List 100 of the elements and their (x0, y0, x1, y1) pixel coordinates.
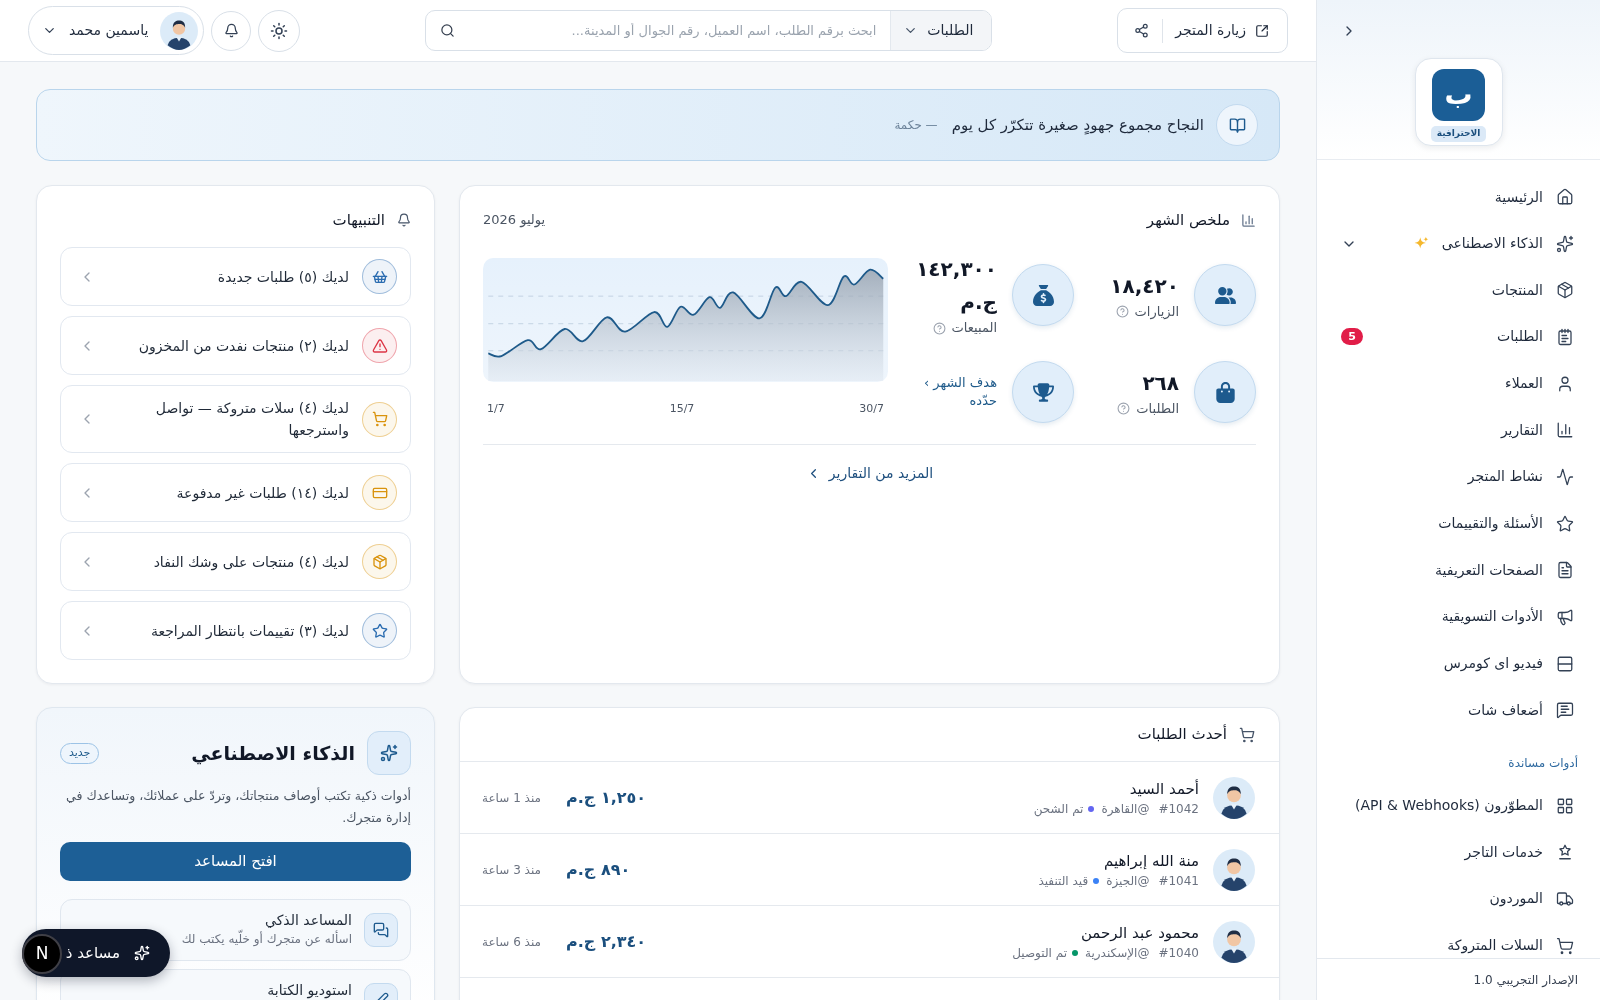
truck-icon (1556, 889, 1574, 908)
order-time: منذ 3 ساعة (482, 861, 542, 879)
bar-chart-icon (1556, 421, 1574, 440)
sidebar-item[interactable]: خدمات التاجر (1317, 837, 1600, 868)
card-title: الذكاء الاصطناعي (191, 740, 355, 767)
section-heading: أدوات مساندة (1508, 755, 1578, 770)
sidebar-item[interactable]: المطوّرون (API & Webhooks) (1317, 790, 1600, 821)
customer-name: محمود عبد الرحمن (1079, 922, 1199, 944)
alert-item[interactable]: لديك (٤) سلات متروكة — تواصل واسترجعها (60, 385, 411, 453)
sidebar-item[interactable]: نشاط المتجر (1317, 461, 1600, 492)
alert-item[interactable]: لديك (٣) تقييمات بانتظار المراجعة (60, 601, 411, 660)
user-avatar (160, 11, 199, 50)
shopping-bag-icon (1194, 361, 1256, 423)
order-amount: ١,٢٥٠ ج.م (566, 786, 648, 809)
help-icon (1117, 402, 1131, 415)
stat-label: الطلبات (1136, 399, 1179, 418)
external-link-icon (1255, 23, 1269, 38)
sidebar-item[interactable]: العملاء (1317, 368, 1600, 399)
axis-label: 1/7 (487, 401, 505, 417)
axis-label: 15/7 (669, 401, 695, 417)
bar-chart-icon (1241, 212, 1256, 228)
card-title: التنبيهات (332, 209, 385, 231)
city-label: @الجيزة (1106, 872, 1150, 890)
alert-item[interactable]: لديك (٥) طلبات جديدة (60, 247, 411, 306)
dev-indicator-button[interactable]: N (22, 934, 62, 974)
period-label: يوليو 2026 (483, 211, 546, 230)
sidebar-item[interactable]: التقارير (1317, 415, 1600, 446)
chat-icon (364, 913, 398, 947)
grid-icon (1556, 796, 1574, 815)
card-title: أحدث الطلبات (1137, 723, 1227, 746)
sidebar-item[interactable]: المنتجات (1317, 275, 1600, 306)
status-label: قيد التنفيذ (1038, 872, 1089, 890)
document-icon (1556, 561, 1574, 580)
tool-subtitle: اسأله عن متجرك أو خلّيه يكتب لك (181, 929, 352, 949)
stat-value: ٢٦٨ (1141, 369, 1179, 397)
order-time: منذ 1 ساعة (482, 789, 542, 807)
stat-label: المبيعات (951, 319, 997, 337)
panels-icon (1556, 654, 1574, 673)
home-icon (1556, 188, 1574, 206)
sparkles-icon (1556, 234, 1574, 253)
cart-icon (1239, 726, 1255, 743)
notepad-icon (1556, 327, 1574, 346)
sparkles-icon (367, 731, 411, 775)
scope-dropdown[interactable]: الطلبات (890, 11, 992, 50)
book-icon (1216, 104, 1258, 146)
axis-label: 30/7 (859, 401, 884, 417)
order-time: منذ 6 ساعة (482, 933, 542, 951)
chat-icon (1556, 701, 1574, 720)
sidebar-item[interactable]: الرئيسية (1317, 182, 1600, 212)
alert-item[interactable]: لديك (٤) منتجات على وشك النفاد (60, 532, 411, 591)
sparkles-icon (134, 945, 150, 961)
quote-source: — حكمة (894, 117, 938, 134)
megaphone-icon (1556, 607, 1574, 626)
star-badge-icon (1556, 843, 1574, 862)
user-menu-button[interactable]: ياسمين محمد (28, 6, 205, 55)
pulse-icon (1556, 467, 1574, 486)
bell-icon (397, 213, 411, 227)
sidebar-item[interactable]: الصفحات التعريفية (1317, 555, 1600, 586)
order-number: #1040 (1158, 944, 1199, 962)
alert-item[interactable]: لديك (٢) منتجات نفدت من المخزون (60, 316, 411, 375)
order-amount: ٨٩٠ ج.م (566, 858, 632, 881)
open-assistant-button[interactable]: افتح المساعد (60, 842, 411, 881)
customer-avatar (1213, 776, 1255, 819)
goal-link[interactable]: هدف الشهر › حدّده (905, 374, 997, 410)
quote-text: النجاح مجموع جهودٍ صغيرة تتكرّر كل يوم (951, 114, 1204, 137)
logo-mark: ب (1432, 69, 1485, 121)
logo-label: الاحترافية (1430, 126, 1487, 142)
visit-store-button[interactable]: زيارة المتجر (1163, 9, 1287, 52)
cart-icon (1556, 936, 1574, 955)
users-icon (1194, 264, 1256, 326)
sidebar-item[interactable]: فيديو اى كومرس (1317, 648, 1600, 679)
trophy-icon (1012, 361, 1074, 423)
status-label: تم التوصيل (1012, 944, 1068, 962)
money-bag-icon (1012, 264, 1074, 326)
ai-tool-item[interactable]: استوديو الكتابة (60, 969, 411, 1000)
search-icon (440, 23, 456, 38)
order-number: #1042 (1158, 800, 1199, 818)
stat-value: ١٤٢,٣٠٠ ج.م (915, 256, 997, 316)
card-title: ملخص الشهر (1146, 209, 1230, 231)
stat-value: ١٨,٤٢٠ (1109, 272, 1179, 300)
sidebar-item[interactable]: الأسئلة والتقييمات (1317, 508, 1600, 539)
sidebar-item[interactable]: أضعاف شات (1317, 695, 1600, 726)
status-label: تم الشحن (1033, 800, 1084, 818)
city-label: @القاهرة (1101, 800, 1150, 818)
alert-item[interactable]: لديك (١٤) طلبات غير مدفوعة (60, 463, 411, 522)
sidebar-item[interactable]: الأدوات التسويقية (1317, 601, 1600, 632)
share-icon (1134, 23, 1150, 38)
tool-title: استوديو الكتابة (267, 981, 352, 999)
new-badge: جديد (60, 742, 100, 764)
order-amount: ٢,٣٤٠ ج.م (566, 930, 648, 953)
sidebar-item[interactable]: السلات المتروكة (1317, 930, 1600, 958)
stat-label: الزيارات (1134, 302, 1179, 321)
customer-name: أحمد السيد (1128, 778, 1199, 800)
more-reports-link[interactable]: المزيد من التقارير (805, 463, 934, 483)
sidebar-item[interactable]: الموردون (1317, 883, 1600, 914)
sidebar-item[interactable]: الذكاء الاصطناعى (1317, 228, 1600, 259)
customer-avatar (1213, 848, 1255, 891)
help-icon (1115, 305, 1129, 318)
help-icon (932, 321, 946, 335)
customer-avatar (1213, 920, 1255, 963)
